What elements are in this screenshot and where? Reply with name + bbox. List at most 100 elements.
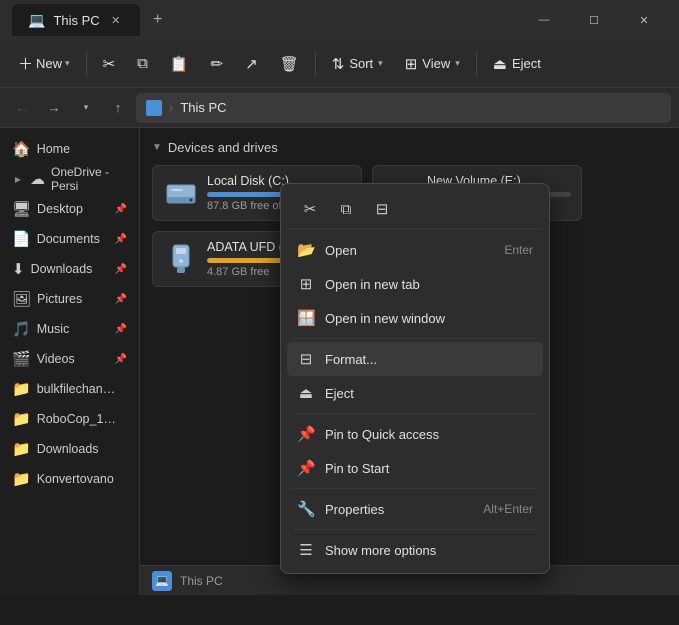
ctx-cut-button[interactable]: ✂ (293, 194, 327, 224)
sidebar-item-pictures[interactable]: 🖼 Pictures 📌 (4, 284, 135, 314)
path-text: This PC (180, 100, 226, 115)
sidebar-item-downloads-label: Downloads (31, 262, 93, 276)
ctx-properties[interactable]: 🔧 Properties Alt+Enter (287, 492, 543, 526)
ctx-properties-icon: 🔧 (297, 500, 315, 518)
sidebar-item-documents-label: Documents (37, 232, 100, 246)
section-title: Devices and drives (168, 140, 278, 155)
paste-button[interactable]: 📋 (160, 46, 199, 82)
ctx-more-label: Show more options (325, 543, 436, 558)
copy-icon: ⧉ (137, 55, 148, 72)
copy-button[interactable]: ⧉ (127, 46, 158, 82)
drive-c-icon (163, 175, 199, 211)
sidebar-item-onedrive[interactable]: ▶ ☁ OneDrive - Persi (4, 164, 135, 194)
title-bar: 💻 This PC ✕ + — ☐ ✕ (0, 0, 679, 40)
forward-button[interactable]: → (40, 94, 68, 122)
new-label: New (36, 56, 62, 71)
share-button[interactable]: ↗ (235, 46, 268, 82)
sort-chevron: ▾ (378, 58, 383, 69)
ctx-open-tab-icon: ⊞ (297, 275, 315, 293)
eject-icon: ⏏ (493, 55, 507, 73)
sidebar-item-downloads2[interactable]: 📁 Downloads (4, 434, 135, 464)
ctx-open-shortcut: Enter (504, 243, 533, 257)
tab-title: This PC (53, 13, 99, 28)
ctx-format-tool-button[interactable]: ⊟ (365, 194, 399, 224)
tab-this-pc[interactable]: 💻 This PC ✕ (12, 4, 140, 36)
desktop-icon: 🖥 (12, 200, 31, 218)
toolbar: ＋ New ▾ ✂ ⧉ 📋 ✏ ↗ 🗑 ⇅ Sort ▾ ⊞ View ▾ ⏏ … (0, 40, 679, 88)
back-button[interactable]: ← (8, 94, 36, 122)
ctx-properties-label: Properties (325, 502, 384, 517)
view-label: View (422, 56, 450, 71)
sort-label: Sort (349, 56, 373, 71)
sidebar-item-robocop[interactable]: 📁 RoboCop_1, 2, 3… (4, 404, 135, 434)
folder-icon-robocop: 📁 (12, 410, 31, 428)
ctx-open-window-label: Open in new window (325, 311, 445, 326)
toolbar-separator-3 (476, 52, 477, 76)
sidebar-item-desktop[interactable]: 🖥 Desktop 📌 (4, 194, 135, 224)
ctx-properties-shortcut: Alt+Enter (483, 502, 533, 516)
paste-icon: 📋 (170, 55, 189, 73)
ctx-eject[interactable]: ⏏ Eject (287, 376, 543, 410)
downloads-icon: ⬇ (12, 260, 25, 278)
tab-strip: 💻 This PC ✕ + (12, 4, 513, 36)
minimize-button[interactable]: — (521, 4, 567, 36)
tab-close-button[interactable]: ✕ (108, 12, 124, 28)
ctx-open-new-window[interactable]: 🪟 Open in new window (287, 301, 543, 335)
eject-label: Eject (512, 56, 541, 71)
view-button[interactable]: ⊞ View ▾ (395, 46, 470, 82)
sidebar-item-documents[interactable]: 📄 Documents 📌 (4, 224, 135, 254)
view-chevron: ▾ (455, 58, 460, 69)
maximize-button[interactable]: ☐ (571, 4, 617, 36)
sidebar-item-desktop-label: Desktop (37, 202, 83, 216)
new-chevron: ▾ (65, 58, 70, 69)
content-area: ▼ Devices and drives Local Disk (C:) (140, 128, 679, 595)
ctx-open[interactable]: 📂 Open Enter (287, 233, 543, 267)
pin-icon-music: 📌 (115, 324, 127, 335)
pictures-icon: 🖼 (12, 290, 31, 308)
sidebar-item-downloads[interactable]: ⬇ Downloads 📌 (4, 254, 135, 284)
section-toggle[interactable]: ▼ (152, 142, 162, 153)
ctx-copy-button[interactable]: ⧉ (329, 194, 363, 224)
folder-icon-downloads2: 📁 (12, 440, 31, 458)
sidebar-item-bulk[interactable]: 📁 bulkfilechanger… (4, 374, 135, 404)
sidebar-item-videos[interactable]: 🎬 Videos 📌 (4, 344, 135, 374)
new-button[interactable]: ＋ New ▾ (8, 46, 80, 82)
pin-icon: 📌 (115, 204, 127, 215)
main-layout: 🏠 Home ▶ ☁ OneDrive - Persi 🖥 Desktop 📌 … (0, 128, 679, 595)
path-separator: › (169, 100, 173, 115)
sidebar-item-videos-label: Videos (37, 352, 75, 366)
sidebar-item-home[interactable]: 🏠 Home (4, 134, 135, 164)
folder-icon-konvert: 📁 (12, 470, 31, 488)
cut-button[interactable]: ✂ (93, 46, 126, 82)
ctx-more-icon: ☰ (297, 541, 315, 559)
ctx-more-options[interactable]: ☰ Show more options (287, 533, 543, 567)
drive-k-icon (163, 241, 199, 277)
close-button[interactable]: ✕ (621, 4, 667, 36)
delete-button[interactable]: 🗑 (270, 46, 309, 82)
up-button[interactable]: ↑ (104, 94, 132, 122)
section-header: ▼ Devices and drives (152, 140, 667, 155)
ctx-pin-quick-icon: 📌 (297, 425, 315, 443)
eject-button[interactable]: ⏏ Eject (483, 46, 551, 82)
ctx-pin-quick[interactable]: 📌 Pin to Quick access (287, 417, 543, 451)
ctx-pin-start[interactable]: 📌 Pin to Start (287, 451, 543, 485)
onedrive-icon: ☁ (30, 170, 45, 188)
address-path[interactable]: › This PC (136, 93, 671, 123)
ctx-open-new-tab[interactable]: ⊞ Open in new tab (287, 267, 543, 301)
recent-locations-button[interactable]: ▾ (72, 94, 100, 122)
sort-button[interactable]: ⇅ Sort ▾ (322, 46, 393, 82)
ctx-format-label: Format... (325, 352, 377, 367)
expand-icon: ▶ (12, 172, 24, 186)
ctx-format[interactable]: ⊟ Format... (287, 342, 543, 376)
ctx-open-window-icon: 🪟 (297, 309, 315, 327)
rename-button[interactable]: ✏ (201, 46, 234, 82)
ctx-open-label: Open (325, 243, 357, 258)
ctx-open-icon: 📂 (297, 241, 315, 259)
sidebar-item-konvert-label: Konvertovano (37, 472, 114, 486)
sidebar-item-konvertovano[interactable]: 📁 Konvertovano (4, 464, 135, 494)
sidebar-item-music[interactable]: 🎵 Music 📌 (4, 314, 135, 344)
pin-icon-videos: 📌 (115, 354, 127, 365)
ctx-cut-icon: ✂ (304, 200, 317, 218)
pin-icon-pics: 📌 (115, 294, 127, 305)
new-tab-button[interactable]: + (144, 6, 172, 34)
